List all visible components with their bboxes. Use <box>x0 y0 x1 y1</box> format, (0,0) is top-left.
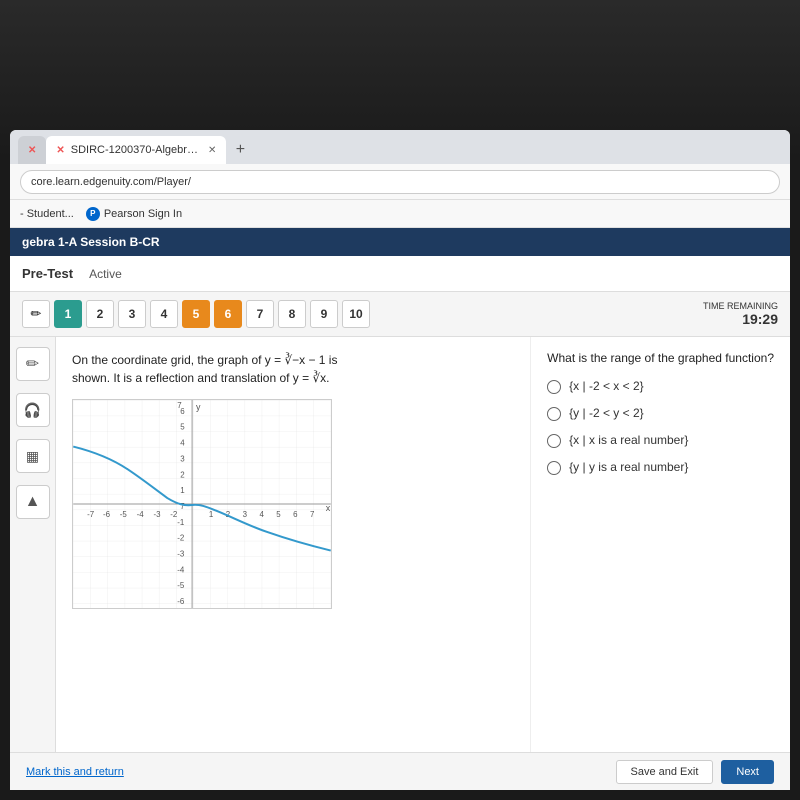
svg-text:-4: -4 <box>137 510 145 519</box>
svg-text:3: 3 <box>243 510 248 519</box>
calculator-icon: ▦ <box>26 448 39 465</box>
option-4-text: {y | y is a real number} <box>569 460 688 474</box>
tab-favicon-x: ✕ <box>56 145 64 156</box>
svg-text:-4: -4 <box>177 565 185 574</box>
svg-text:-6: -6 <box>103 510 111 519</box>
svg-text:-5: -5 <box>177 581 185 590</box>
svg-text:-2: -2 <box>177 534 184 543</box>
radio-circle-4[interactable] <box>547 461 561 475</box>
headphones-icon: 🎧 <box>24 402 41 419</box>
answer-section: What is the range of the graphed functio… <box>530 337 790 789</box>
svg-text:3: 3 <box>180 454 185 463</box>
svg-text:y: y <box>196 402 201 412</box>
option-4[interactable]: {y | y is a real number} <box>547 460 774 475</box>
q-btn-4[interactable]: 4 <box>150 300 178 328</box>
tab-label: SDIRC-1200370-Algebra 1-A Ses <box>71 144 202 156</box>
q-btn-8[interactable]: 8 <box>278 300 306 328</box>
new-tab-button[interactable]: + <box>226 136 254 164</box>
bookmark-pearson-label: Pearson Sign In <box>104 208 182 220</box>
radio-circle-1[interactable] <box>547 380 561 394</box>
svg-text:2: 2 <box>180 470 184 479</box>
arrow-up-button[interactable]: ▲ <box>16 485 50 519</box>
radio-circle-3[interactable] <box>547 434 561 448</box>
time-label: TIME REMAINING <box>703 301 778 311</box>
q-btn-6[interactable]: 6 <box>214 300 242 328</box>
option-2[interactable]: {y | -2 < y < 2} <box>547 406 774 421</box>
question-line2: shown. It is a reflection and translatio… <box>72 371 329 385</box>
svg-text:-1: -1 <box>177 518 185 527</box>
svg-text:-6: -6 <box>177 597 185 606</box>
question-nav: ✏ 1 2 3 4 5 6 7 8 <box>10 292 790 337</box>
q-btn-5[interactable]: 5 <box>182 300 210 328</box>
headphones-button[interactable]: 🎧 <box>16 393 50 427</box>
q-btn-9[interactable]: 9 <box>310 300 338 328</box>
sidebar-icons: ✏ 🎧 ▦ ▲ <box>10 337 56 789</box>
answer-question: What is the range of the graphed functio… <box>547 351 774 365</box>
option-1-text: {x | -2 < x < 2} <box>569 379 644 393</box>
closed-tab[interactable]: ✕ <box>18 136 46 164</box>
bookmark-student[interactable]: - Student... <box>20 208 74 220</box>
graph-container: 1 2 3 4 5 6 7 x -2 -3 -4 -5 -6 -7 <box>72 399 332 609</box>
test-label: Pre-Test <box>22 266 73 281</box>
svg-text:7: 7 <box>177 401 181 410</box>
mark-return-link[interactable]: Mark this and return <box>26 766 124 778</box>
save-exit-button[interactable]: Save and Exit <box>616 760 714 784</box>
svg-text:4: 4 <box>259 510 264 519</box>
tab-bar: ✕ ✕ SDIRC-1200370-Algebra 1-A Ses ✕ + <box>10 130 790 164</box>
option-2-text: {y | -2 < y < 2} <box>569 406 644 420</box>
pencil-icon: ✏ <box>26 354 39 374</box>
option-1[interactable]: {x | -2 < x < 2} <box>547 379 774 394</box>
address-input[interactable] <box>20 170 780 194</box>
calculator-button[interactable]: ▦ <box>16 439 50 473</box>
q-btn-1[interactable]: 1 <box>54 300 82 328</box>
arrow-up-icon: ▲ <box>25 493 41 511</box>
svg-text:-3: -3 <box>153 510 161 519</box>
question-line1: On the coordinate grid, the graph of y =… <box>72 353 337 367</box>
svg-text:5: 5 <box>180 423 185 432</box>
tab-x-icon: ✕ <box>28 145 36 156</box>
svg-text:-3: -3 <box>177 549 185 558</box>
time-value: 19:29 <box>703 311 778 327</box>
pencil-button[interactable]: ✏ <box>16 347 50 381</box>
q-btn-2[interactable]: 2 <box>86 300 114 328</box>
svg-text:7: 7 <box>310 510 314 519</box>
bookmark-student-label: - Student... <box>20 208 74 220</box>
svg-text:4: 4 <box>180 439 185 448</box>
svg-text:5: 5 <box>276 510 281 519</box>
q-btn-3[interactable]: 3 <box>118 300 146 328</box>
address-bar <box>10 164 790 200</box>
bottom-bar: Mark this and return Save and Exit Next <box>10 752 790 790</box>
edit-icon-button[interactable]: ✏ <box>22 300 50 328</box>
graph-svg: 1 2 3 4 5 6 7 x -2 -3 -4 -5 -6 -7 <box>73 400 331 608</box>
status-label: Active <box>89 267 122 281</box>
bookmark-pearson[interactable]: P Pearson Sign In <box>86 207 182 221</box>
svg-text:x: x <box>326 503 331 513</box>
option-3-text: {x | x is a real number} <box>569 433 688 447</box>
q-btn-10[interactable]: 10 <box>342 300 370 328</box>
next-button[interactable]: Next <box>721 760 774 784</box>
question-area: On the coordinate grid, the graph of y =… <box>56 337 530 789</box>
option-3[interactable]: {x | x is a real number} <box>547 433 774 448</box>
app-header: gebra 1-A Session B-CR <box>10 228 790 256</box>
svg-text:6: 6 <box>293 510 298 519</box>
question-text: On the coordinate grid, the graph of y =… <box>72 351 514 387</box>
svg-text:1: 1 <box>209 510 214 519</box>
browser-window: ✕ ✕ SDIRC-1200370-Algebra 1-A Ses ✕ + - … <box>10 130 790 790</box>
app-header-title: gebra 1-A Session B-CR <box>22 235 160 249</box>
main-content: ✏ 🎧 ▦ ▲ On the coordinate grid, the grap… <box>10 337 790 789</box>
active-tab[interactable]: ✕ SDIRC-1200370-Algebra 1-A Ses ✕ <box>46 136 226 164</box>
pearson-icon: P <box>86 207 100 221</box>
tab-close-icon[interactable]: ✕ <box>208 145 216 156</box>
bookmarks-bar: - Student... P Pearson Sign In <box>10 200 790 228</box>
svg-text:-5: -5 <box>120 510 128 519</box>
sub-header: Pre-Test Active <box>10 256 790 292</box>
q-btn-7[interactable]: 7 <box>246 300 274 328</box>
time-remaining: TIME REMAINING 19:29 <box>703 301 778 327</box>
svg-text:1: 1 <box>180 486 185 495</box>
radio-circle-2[interactable] <box>547 407 561 421</box>
page-content: gebra 1-A Session B-CR Pre-Test Active ✏… <box>10 228 790 790</box>
svg-text:-7: -7 <box>87 510 94 519</box>
